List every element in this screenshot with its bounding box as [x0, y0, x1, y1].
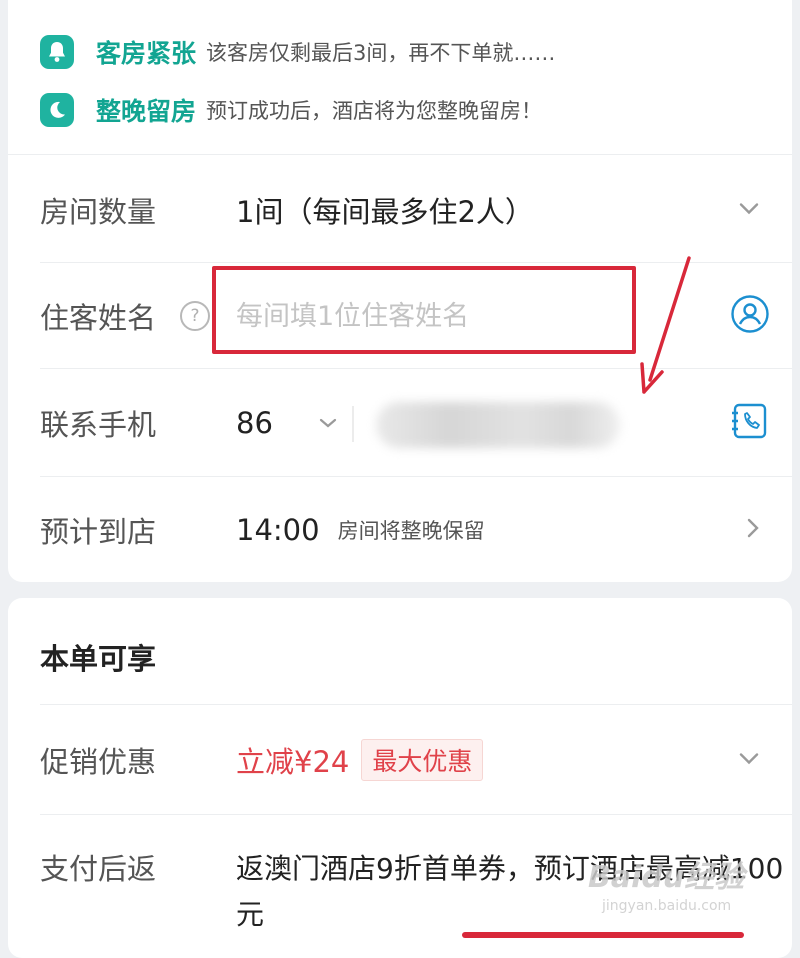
promo-label: 促销优惠 — [40, 745, 157, 779]
help-icon[interactable]: ? — [180, 301, 210, 331]
chevron-down-icon[interactable] — [738, 201, 760, 220]
annotation-arrow — [640, 256, 691, 394]
chevron-right-icon[interactable] — [746, 517, 760, 543]
benefits-card: 本单可享 促销优惠 立减¥24 最大优惠 支付后返 返澳门酒店9折首单券，预订酒… — [8, 598, 792, 958]
annotation-highlight-box — [212, 266, 636, 354]
notice-text: 预订成功后，酒店将为您整晚留房！ — [206, 99, 543, 123]
room-count-value: 1间（每间最多住2人） — [236, 195, 534, 229]
watermark-url: jingyan.baidu.com — [602, 898, 732, 914]
annotation-underline — [462, 932, 744, 938]
watermark-brand: Baidu经验 — [588, 860, 745, 895]
promo-badge: 最大优惠 — [361, 739, 484, 781]
arrival-time-label: 预计到店 — [40, 515, 157, 549]
divider — [40, 704, 792, 705]
room-count-row[interactable]: 房间数量 1间（每间最多住2人） — [40, 157, 770, 263]
room-count-label: 房间数量 — [40, 195, 157, 229]
benefits-title: 本单可享 — [40, 642, 157, 676]
phone-number-blurred[interactable] — [376, 402, 620, 448]
arrival-time-value: 14:00 — [236, 513, 320, 547]
divider — [40, 814, 792, 815]
country-code[interactable]: 86 — [236, 406, 296, 440]
notice-overnight-hold: 整晚留房 预订成功后，酒店将为您整晚留房！ — [40, 90, 542, 130]
moon-icon — [40, 93, 74, 127]
bell-icon — [40, 35, 74, 69]
promo-row[interactable]: 促销优惠 立减¥24 最大优惠 — [40, 707, 770, 813]
chevron-down-icon[interactable] — [738, 751, 760, 770]
promo-amount: 立减¥24 — [236, 745, 350, 779]
notice-title: 客房紧张 — [96, 39, 197, 68]
chevron-down-icon[interactable] — [318, 417, 338, 429]
contacts-person-icon[interactable] — [730, 294, 770, 338]
arrival-note: 房间将整晚保留 — [337, 519, 485, 543]
divider — [352, 406, 354, 442]
notice-text: 该客房仅剩最后3间，再不下单就…… — [206, 41, 556, 65]
cashback-label: 支付后返 — [40, 852, 157, 886]
notice-title: 整晚留房 — [96, 97, 197, 126]
phone-book-icon[interactable] — [730, 401, 770, 445]
notice-room-scarce: 客房紧张 该客房仅剩最后3间，再不下单就…… — [40, 32, 555, 72]
divider — [8, 154, 792, 155]
contact-phone-label: 联系手机 — [40, 408, 157, 442]
arrival-time-row[interactable]: 预计到店 14:00 房间将整晚保留 — [40, 477, 770, 583]
